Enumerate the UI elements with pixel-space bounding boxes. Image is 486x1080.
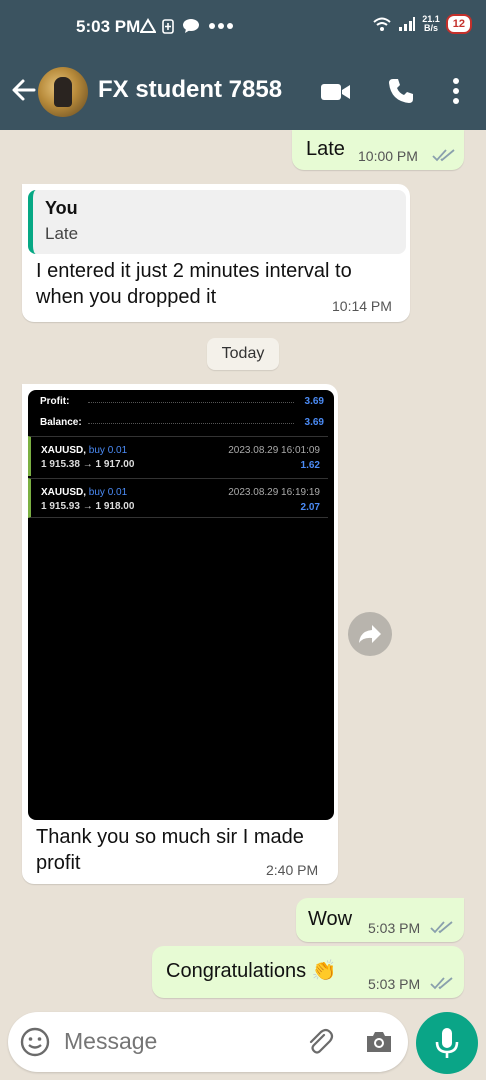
read-ticks-icon	[430, 921, 453, 934]
app-bar: 5:03 PM 21.1 B/s 12 FX student 7858	[0, 0, 486, 130]
mic-icon	[435, 1028, 459, 1058]
day-separator: Today	[207, 338, 279, 370]
message-text: Congratulations 👏	[166, 960, 337, 982]
trade-row: XAUUSD, buy 0.01 1 915.93 → 1 918.00 202…	[28, 478, 328, 518]
alert-triangle-icon	[140, 18, 156, 33]
status-right: 21.1 B/s 12	[372, 14, 472, 34]
emoji-icon[interactable]	[20, 1027, 50, 1057]
message-text-line-2: profit	[36, 852, 81, 874]
message-time: 5:03 PM	[368, 976, 421, 992]
status-time: 5:03 PM	[76, 17, 141, 36]
message-time: 10:00 PM	[358, 148, 418, 164]
profit-value: 3.69	[304, 396, 324, 407]
trade-row: XAUUSD, buy 0.01 1 915.38 → 1 917.00 202…	[28, 436, 328, 476]
video-call-icon[interactable]	[320, 79, 352, 105]
more-dots-icon	[209, 23, 233, 29]
mic-button[interactable]	[416, 1012, 478, 1074]
voice-call-icon[interactable]	[386, 76, 416, 106]
balance-row: Balance: 3.69	[40, 417, 324, 428]
menu-dots-icon[interactable]	[442, 76, 470, 106]
message-outgoing[interactable]: Late 10:00 PM	[292, 130, 464, 170]
read-ticks-icon	[430, 977, 453, 990]
wifi-icon	[373, 17, 391, 31]
net-speed: 21.1 B/s	[422, 14, 440, 33]
contact-name[interactable]: FX student 7858	[98, 76, 282, 104]
camera-icon[interactable]	[364, 1027, 394, 1057]
chat-header: FX student 7858	[0, 62, 486, 122]
battery-saver-icon	[162, 19, 174, 34]
quote-author: You	[45, 198, 78, 218]
message-text-line-1: Thank you so much sir I made	[36, 826, 304, 848]
message-time: 10:14 PM	[332, 298, 392, 314]
message-input[interactable]	[64, 1028, 284, 1055]
read-ticks-icon	[432, 149, 455, 162]
message-text: Wow	[308, 908, 353, 930]
signal-icon	[399, 17, 416, 31]
chat-bubble-icon	[183, 19, 199, 33]
message-incoming[interactable]: You Late I entered it just 2 minutes int…	[22, 184, 410, 322]
quoted-message[interactable]: You Late	[28, 190, 406, 254]
message-time: 5:03 PM	[368, 920, 421, 936]
profit-row: Profit: 3.69	[40, 396, 324, 407]
battery-indicator: 12	[445, 14, 472, 34]
message-time: 2:40 PM	[266, 862, 319, 878]
forward-button[interactable]	[348, 612, 392, 656]
avatar[interactable]	[38, 67, 88, 117]
balance-value: 3.69	[304, 417, 324, 428]
message-text-line-2: when you dropped it	[36, 286, 217, 308]
status-bar: 5:03 PM 21.1 B/s 12	[0, 14, 486, 42]
message-text-line-1: I entered it just 2 minutes interval to	[36, 260, 352, 282]
message-composer	[8, 1012, 408, 1072]
message-incoming-image[interactable]: Profit: 3.69 Balance: 3.69 XAUUSD, buy 0…	[22, 384, 338, 884]
message-text: Late	[306, 138, 345, 160]
attach-icon[interactable]	[304, 1027, 334, 1057]
trade-screenshot-image[interactable]: Profit: 3.69 Balance: 3.69 XAUUSD, buy 0…	[28, 390, 334, 820]
forward-icon	[359, 625, 381, 643]
quote-text: Late	[45, 224, 79, 243]
message-outgoing[interactable]: Congratulations 👏 5:03 PM	[152, 946, 464, 998]
back-arrow-icon[interactable]	[10, 76, 38, 104]
message-outgoing[interactable]: Wow 5:03 PM	[296, 898, 464, 942]
